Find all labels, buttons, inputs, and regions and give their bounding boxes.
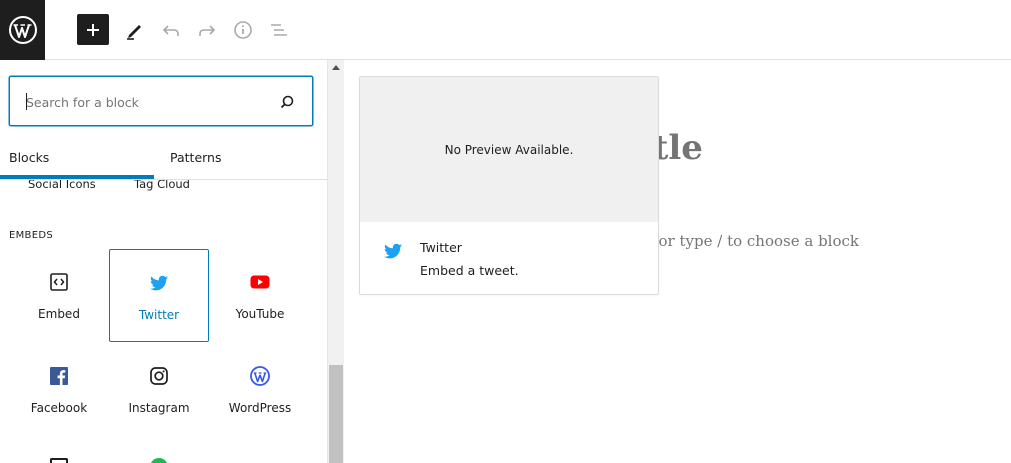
twitter-icon — [384, 243, 402, 259]
search-icon — [280, 95, 294, 109]
details-button[interactable] — [227, 14, 259, 46]
block-inserter-panel: Blocks Patterns Social Icons Tag Cloud E… — [0, 60, 327, 463]
inserter-tabs: Blocks Patterns — [0, 140, 327, 180]
instagram-icon — [148, 365, 170, 387]
block-item-twitter[interactable]: Twitter — [109, 249, 209, 342]
block-preview-popover: No Preview Available. Twitter Embed a tw… — [359, 76, 659, 295]
add-block-button[interactable] — [77, 14, 109, 45]
text-cursor — [26, 93, 27, 110]
info-icon — [234, 21, 252, 39]
block-item-label: WordPress — [228, 401, 292, 415]
undo-button[interactable] — [155, 14, 187, 46]
list-view-button[interactable] — [263, 14, 295, 46]
block-list: Social Icons Tag Cloud EMBEDS Embed Twit… — [0, 180, 327, 463]
tab-patterns[interactable]: Patterns — [170, 150, 221, 165]
block-item-label: Instagram — [128, 401, 190, 415]
wordpress-logo-icon — [8, 16, 37, 44]
embed-icon — [48, 271, 70, 293]
tab-blocks[interactable]: Blocks — [9, 150, 49, 165]
block-item-label: Facebook — [30, 401, 88, 415]
block-item-social-icons-label[interactable]: Social Icons — [28, 180, 96, 191]
scrollbar-thumb[interactable] — [329, 365, 343, 463]
block-item-wordpress[interactable]: WordPress — [210, 343, 310, 436]
block-search-input[interactable] — [26, 91, 266, 113]
preview-block-title: Twitter — [420, 240, 462, 255]
undo-icon — [162, 25, 179, 36]
block-item-tag-cloud-label[interactable]: Tag Cloud — [134, 180, 190, 191]
block-item-label: Twitter — [138, 308, 180, 322]
editor-top-toolbar — [0, 0, 1011, 60]
preview-block-description: Embed a tweet. — [420, 263, 519, 278]
list-view-icon — [271, 24, 287, 36]
block-item-youtube[interactable]: YouTube — [210, 249, 310, 342]
block-item-embed[interactable]: Embed — [9, 249, 109, 342]
category-title-embeds: EMBEDS — [9, 230, 53, 241]
scroll-up-arrow-icon[interactable] — [332, 65, 340, 70]
redo-icon — [199, 25, 216, 36]
partial-spotify-icon[interactable] — [150, 458, 168, 463]
wordpress-icon — [249, 365, 271, 387]
block-item-label: Embed — [38, 307, 80, 321]
youtube-icon — [249, 271, 271, 293]
redo-button[interactable] — [191, 14, 223, 46]
block-preview-area: No Preview Available. — [360, 77, 658, 222]
partial-block-icon[interactable] — [50, 458, 68, 463]
tools-button[interactable] — [118, 14, 150, 46]
inserter-scrollbar[interactable] — [327, 60, 344, 463]
active-tab-indicator — [0, 175, 154, 179]
wordpress-logo-button[interactable] — [0, 0, 45, 60]
pencil-icon — [127, 25, 141, 40]
twitter-icon — [148, 272, 170, 294]
no-preview-text: No Preview Available. — [444, 142, 574, 157]
block-item-label: YouTube — [235, 307, 285, 321]
plus-icon — [87, 23, 99, 36]
block-search-box[interactable] — [9, 76, 313, 126]
facebook-icon — [48, 365, 70, 387]
block-item-facebook[interactable]: Facebook — [9, 343, 109, 436]
block-item-instagram[interactable]: Instagram — [109, 343, 209, 436]
